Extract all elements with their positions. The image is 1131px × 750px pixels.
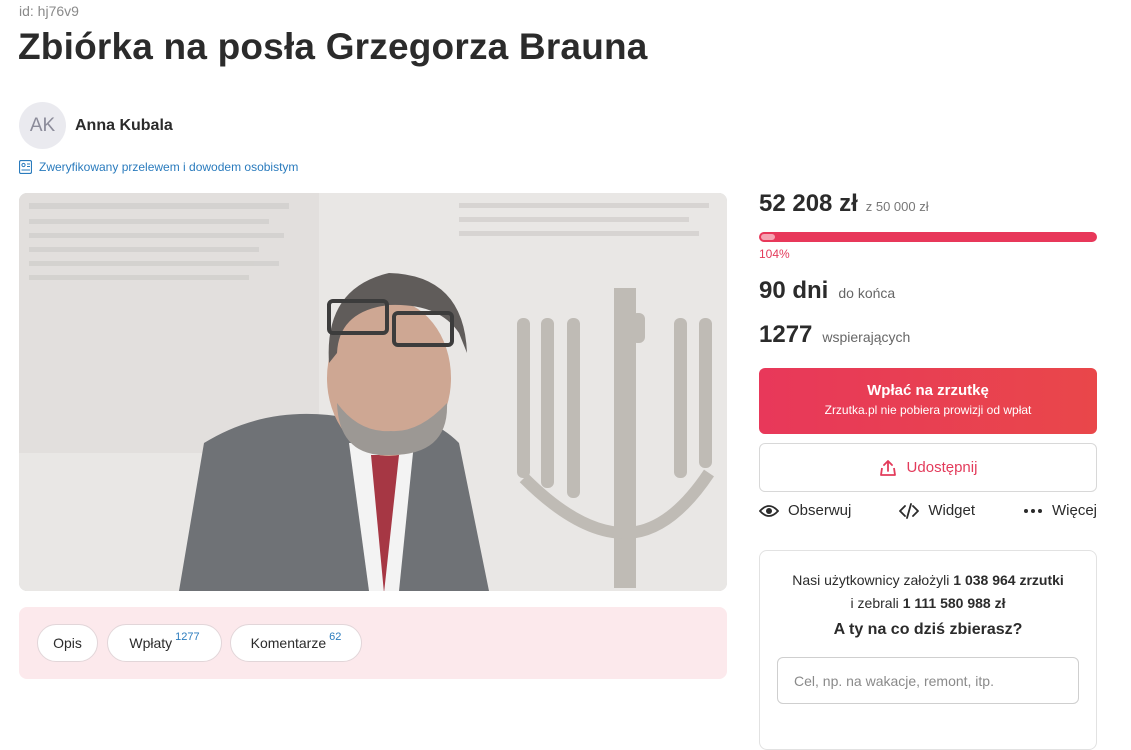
campaign-id: id: hj76v9 xyxy=(19,3,79,19)
promo-question: A ty na co dziś zbierasz? xyxy=(833,621,1023,638)
follow-label: Obserwuj xyxy=(788,502,852,519)
days-left-label: do końca xyxy=(838,285,896,301)
progress-bar-cap xyxy=(761,234,775,240)
author-name[interactable]: Anna Kubala xyxy=(75,117,173,135)
tab-komentarze[interactable]: Komentarze 62 xyxy=(230,624,362,662)
tab-count: 1277 xyxy=(175,631,200,643)
progress-bar xyxy=(759,232,1097,242)
author-block[interactable]: AK Anna Kubala xyxy=(19,102,173,149)
more-label: Więcej xyxy=(1051,502,1097,519)
supporters-label: wspierających xyxy=(822,329,911,345)
donate-button[interactable]: Wpłać na zrzutkę Zrzutka.pl nie pobiera … xyxy=(759,368,1097,434)
more-icon xyxy=(1023,508,1042,513)
more-button[interactable]: Więcej xyxy=(1023,502,1097,519)
tab-label: Opis xyxy=(53,635,82,651)
promo-total: 1 111 580 988 zł xyxy=(902,595,1006,611)
days-left: 90 dni xyxy=(759,277,829,304)
promo-text: Nasi użytkownicy założyli xyxy=(792,572,954,588)
campaign-photo[interactable] xyxy=(19,193,727,591)
widget-button[interactable]: Widget xyxy=(899,502,975,519)
tab-label: Wpłaty xyxy=(129,635,173,651)
id-card-icon xyxy=(19,160,32,174)
donate-label: Wpłać na zrzutkę xyxy=(867,382,989,399)
raised-amount: 52 208 zł xyxy=(759,190,858,217)
follow-button[interactable]: Obserwuj xyxy=(759,502,851,519)
page-title: Zbiórka na posła Grzegorza Brauna xyxy=(18,26,648,67)
verified-badge[interactable]: Zweryfikowany przelewem i dowodem osobis… xyxy=(19,160,298,174)
tab-label: Komentarze xyxy=(250,635,327,651)
share-label: Udostępnij xyxy=(906,459,978,476)
share-button[interactable]: Udostępnij xyxy=(759,443,1097,492)
goal-amount: z 50 000 zł xyxy=(865,199,929,214)
tab-opis[interactable]: Opis xyxy=(37,624,98,662)
widget-label: Widget xyxy=(928,502,976,519)
progress-percent: 104% xyxy=(759,247,790,261)
avatar[interactable]: AK xyxy=(19,102,66,149)
tabs-bar: Opis Wpłaty 1277 Komentarze 62 xyxy=(19,607,727,679)
campaign-sidebar: 52 208 zł z 50 000 zł 104% 90 dni do koń… xyxy=(759,190,1097,750)
code-icon xyxy=(899,502,920,519)
promo-box: Nasi użytkownicy założyli 1 038 964 zrzu… xyxy=(759,550,1097,750)
tab-count: 62 xyxy=(329,631,342,643)
verified-text: Zweryfikowany przelewem i dowodem osobis… xyxy=(39,160,299,174)
donate-sublabel: Zrzutka.pl nie pobiera prowizji od wpłat xyxy=(824,403,1032,417)
promo-stats: Nasi użytkownicy założyli 1 038 964 zrzu… xyxy=(760,569,1096,615)
eye-icon xyxy=(759,504,779,517)
share-icon xyxy=(879,459,896,476)
tab-wplaty[interactable]: Wpłaty 1277 xyxy=(107,624,222,662)
goal-input[interactable] xyxy=(777,657,1079,704)
campaign-photo-image xyxy=(19,193,727,591)
promo-count: 1 038 964 zrzutki xyxy=(953,572,1064,588)
supporters-count: 1277 xyxy=(759,321,813,348)
promo-text: i zebrali xyxy=(850,595,903,611)
